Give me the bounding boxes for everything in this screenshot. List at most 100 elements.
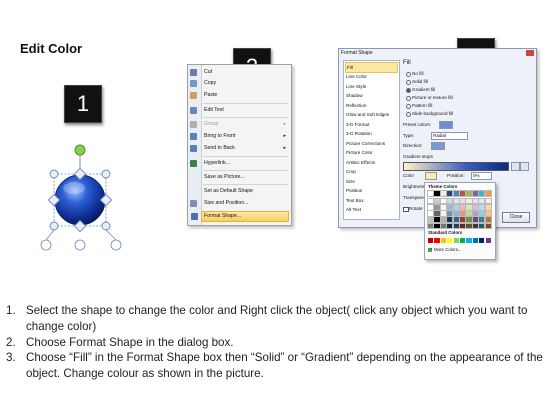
theme-color-swatch[interactable] bbox=[426, 190, 435, 197]
theme-color-swatch[interactable] bbox=[433, 203, 441, 211]
theme-color-swatch[interactable] bbox=[439, 190, 448, 197]
theme-color-swatch[interactable] bbox=[478, 210, 486, 217]
theme-color-swatch[interactable] bbox=[484, 216, 492, 224]
theme-color-swatch[interactable] bbox=[446, 222, 454, 230]
theme-color-swatch[interactable] bbox=[433, 197, 441, 205]
category-picture-corrections[interactable]: Picture Corrections bbox=[346, 139, 385, 148]
theme-color-swatch[interactable] bbox=[446, 216, 454, 224]
theme-color-swatch[interactable] bbox=[426, 222, 435, 230]
theme-color-swatch[interactable] bbox=[484, 190, 492, 197]
theme-color-swatch[interactable] bbox=[452, 222, 460, 230]
theme-color-swatch[interactable] bbox=[458, 190, 467, 197]
menu-item-set-default-shape[interactable]: Set as Default Shape bbox=[202, 187, 289, 196]
category-3d-format[interactable]: 3-D Format bbox=[346, 120, 369, 129]
more-colors-link[interactable]: More Colors... bbox=[434, 247, 462, 253]
category-reflection[interactable]: Reflection bbox=[346, 101, 366, 110]
menu-item-send-to-back[interactable]: Send to Back ▸ bbox=[190, 144, 289, 153]
theme-color-swatch[interactable] bbox=[478, 190, 486, 197]
position-input[interactable]: 0% bbox=[471, 172, 492, 180]
theme-color-swatch[interactable] bbox=[471, 222, 480, 230]
remove-stop-button[interactable] bbox=[520, 162, 529, 171]
close-icon[interactable] bbox=[526, 50, 534, 56]
theme-color-swatch[interactable] bbox=[465, 222, 473, 230]
category-position[interactable]: Position bbox=[346, 186, 362, 195]
theme-color-swatch[interactable] bbox=[433, 222, 441, 230]
standard-color-swatch[interactable] bbox=[485, 238, 491, 243]
theme-color-swatch[interactable] bbox=[439, 210, 448, 217]
type-dropdown[interactable]: Radial bbox=[431, 132, 468, 140]
theme-color-swatch[interactable] bbox=[478, 222, 486, 230]
resize-handle-sw[interactable] bbox=[49, 221, 59, 231]
theme-color-swatch[interactable] bbox=[433, 210, 441, 217]
theme-color-swatch[interactable] bbox=[465, 216, 473, 224]
menu-item-copy[interactable]: Copy bbox=[190, 79, 289, 88]
menu-item-bring-to-front[interactable]: Bring to Front ▸ bbox=[190, 132, 289, 141]
category-line-style[interactable]: Line Style bbox=[346, 82, 366, 91]
theme-color-swatch[interactable] bbox=[465, 197, 473, 205]
radio-slide-background-fill[interactable]: Slide background fill bbox=[406, 110, 453, 117]
theme-color-swatch[interactable] bbox=[452, 216, 460, 224]
theme-color-swatch[interactable] bbox=[426, 210, 435, 217]
standard-color-swatch[interactable] bbox=[472, 238, 478, 243]
connection-point-left[interactable] bbox=[40, 239, 52, 251]
theme-color-swatch[interactable] bbox=[478, 197, 486, 205]
menu-item-paste[interactable]: Paste bbox=[190, 91, 289, 100]
gradient-stops-bar[interactable] bbox=[403, 162, 509, 171]
theme-color-swatch[interactable] bbox=[452, 197, 460, 205]
theme-color-swatch[interactable] bbox=[439, 203, 448, 211]
selected-sphere-shape[interactable] bbox=[34, 140, 134, 255]
category-artistic-effects[interactable]: Artistic Effects bbox=[346, 158, 375, 167]
standard-color-swatch[interactable] bbox=[440, 238, 446, 243]
theme-color-swatch[interactable] bbox=[446, 190, 454, 197]
radio-no-fill[interactable]: No fill bbox=[406, 70, 424, 77]
preset-colors-dropdown[interactable] bbox=[439, 121, 453, 129]
color-picker-button[interactable] bbox=[425, 172, 437, 180]
theme-color-swatch[interactable] bbox=[471, 216, 480, 224]
standard-color-swatch[interactable] bbox=[434, 238, 440, 243]
theme-color-swatch[interactable] bbox=[484, 210, 492, 217]
theme-color-swatch[interactable] bbox=[458, 197, 467, 205]
standard-color-swatch[interactable] bbox=[453, 238, 459, 243]
radio-solid-fill[interactable]: Solid fill bbox=[406, 78, 428, 85]
theme-color-swatch[interactable] bbox=[452, 210, 460, 217]
standard-color-swatch[interactable] bbox=[447, 238, 453, 243]
theme-color-swatch[interactable] bbox=[471, 203, 480, 211]
theme-color-swatch[interactable] bbox=[426, 216, 435, 224]
menu-item-save-as-picture[interactable]: Save as Picture... bbox=[202, 173, 289, 182]
theme-color-swatch[interactable] bbox=[433, 216, 441, 224]
theme-color-swatch[interactable] bbox=[465, 203, 473, 211]
menu-item-edit-text[interactable]: Edit Text bbox=[190, 106, 289, 115]
theme-color-swatch[interactable] bbox=[458, 222, 467, 230]
theme-color-swatch[interactable] bbox=[458, 216, 467, 224]
theme-color-swatch[interactable] bbox=[478, 216, 486, 224]
category-line-color[interactable]: Line Color bbox=[346, 72, 367, 81]
connection-point-bottom[interactable] bbox=[74, 239, 86, 251]
theme-color-swatch[interactable] bbox=[452, 190, 460, 197]
standard-color-swatch[interactable] bbox=[460, 238, 466, 243]
standard-color-swatch[interactable] bbox=[466, 238, 472, 243]
menu-item-hyperlink[interactable]: Hyperlink... bbox=[190, 159, 289, 168]
category-3d-rotation[interactable]: 3-D Rotation bbox=[346, 129, 372, 138]
radio-picture-fill[interactable]: Picture or texture fill bbox=[406, 94, 453, 101]
category-picture-color[interactable]: Picture Color bbox=[346, 148, 373, 157]
theme-color-swatch[interactable] bbox=[426, 203, 435, 211]
theme-color-swatch[interactable] bbox=[452, 203, 460, 211]
add-stop-button[interactable] bbox=[511, 162, 520, 171]
dialog-close-button[interactable]: Close bbox=[502, 212, 530, 223]
theme-color-swatch[interactable] bbox=[439, 222, 448, 230]
theme-color-swatch[interactable] bbox=[471, 190, 480, 197]
theme-color-swatch[interactable] bbox=[433, 190, 441, 197]
rotation-handle[interactable] bbox=[74, 144, 86, 156]
category-glow[interactable]: Glow and Soft Edges bbox=[346, 110, 389, 119]
category-size[interactable]: Size bbox=[346, 177, 355, 186]
theme-color-swatch[interactable] bbox=[458, 203, 467, 211]
theme-color-swatch[interactable] bbox=[484, 197, 492, 205]
menu-item-format-shape[interactable]: Format Shape... bbox=[191, 211, 289, 222]
theme-color-swatch[interactable] bbox=[439, 197, 448, 205]
theme-color-swatch[interactable] bbox=[446, 197, 454, 205]
category-text-box[interactable]: Text Box bbox=[346, 196, 364, 205]
theme-color-swatch[interactable] bbox=[465, 210, 473, 217]
sphere[interactable] bbox=[54, 174, 106, 226]
theme-color-swatch[interactable] bbox=[484, 203, 492, 211]
theme-color-swatch[interactable] bbox=[458, 210, 467, 217]
